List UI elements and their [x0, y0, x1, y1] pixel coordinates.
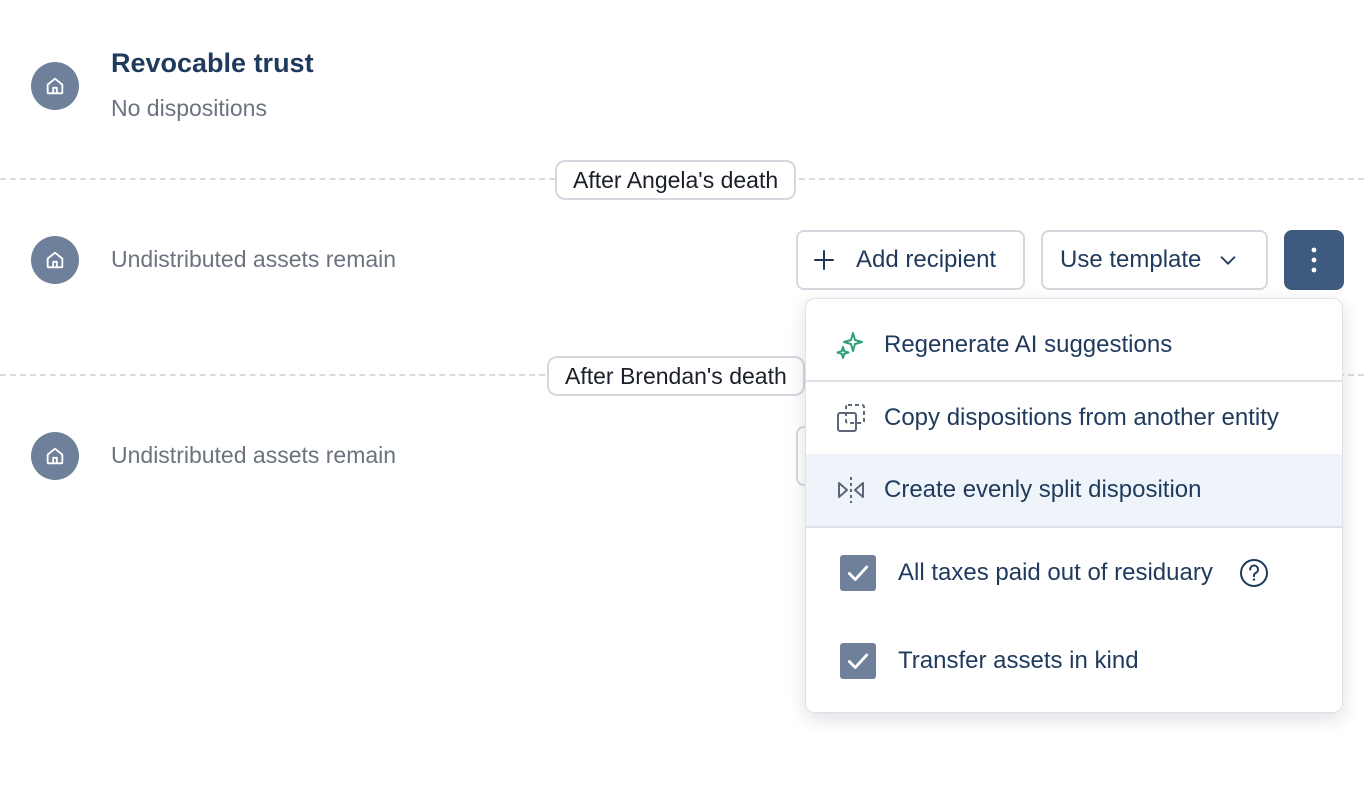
kebab-menu-icon	[1311, 247, 1317, 273]
checkbox-label: All taxes paid out of residuary	[898, 559, 1213, 586]
menu-separator	[806, 380, 1342, 382]
menu-item-copy-dispositions[interactable]: Copy dispositions from another entity	[806, 383, 1342, 453]
sparkle-icon	[834, 328, 868, 362]
add-recipient-label: Add recipient	[856, 246, 997, 273]
plus-icon	[812, 248, 836, 272]
menu-item-label: Regenerate AI suggestions	[884, 331, 1173, 358]
undistributed-assets-text: Undistributed assets remain	[111, 246, 397, 272]
checkbox-label: Transfer assets in kind	[898, 647, 1139, 674]
house-avatar	[31, 432, 79, 480]
add-recipient-button[interactable]: Add recipient	[796, 230, 1025, 290]
menu-item-label: Create evenly split disposition	[884, 476, 1202, 503]
entity-title: Revocable trust	[111, 48, 314, 78]
menu-item-evenly-split[interactable]: Create evenly split disposition	[806, 454, 1342, 526]
taxes-residuary-option[interactable]: All taxes paid out of residuary	[806, 539, 1342, 607]
death-event-label: After Brendan's death	[547, 356, 805, 396]
entity-subtitle: No dispositions	[111, 95, 267, 121]
transfer-in-kind-option[interactable]: Transfer assets in kind	[806, 627, 1342, 695]
house-icon	[46, 251, 64, 269]
checkmark-icon	[847, 565, 869, 581]
split-icon	[834, 473, 868, 507]
house-avatar	[31, 236, 79, 284]
house-icon	[46, 447, 64, 465]
chevron-down-icon	[1217, 249, 1239, 271]
menu-item-label: Copy dispositions from another entity	[884, 404, 1279, 431]
checkmark-icon	[847, 653, 869, 669]
death-event-label: After Angela's death	[555, 160, 797, 200]
more-options-menu: Regenerate AI suggestions Copy dispositi…	[805, 298, 1343, 713]
transfer-in-kind-checkbox[interactable]	[840, 643, 876, 679]
use-template-dropdown[interactable]: Use template	[1041, 230, 1268, 290]
menu-separator	[806, 526, 1342, 528]
help-icon[interactable]	[1239, 558, 1269, 588]
menu-item-regenerate-ai[interactable]: Regenerate AI suggestions	[806, 311, 1342, 379]
house-icon	[46, 77, 64, 95]
dispositions-page: Revocable trust No dispositions After An…	[0, 0, 1364, 802]
house-avatar	[31, 62, 79, 110]
more-options-button[interactable]	[1284, 230, 1344, 290]
taxes-residuary-checkbox[interactable]	[840, 555, 876, 591]
use-template-label: Use template	[1060, 246, 1202, 273]
undistributed-assets-text: Undistributed assets remain	[111, 442, 397, 468]
copy-icon	[834, 401, 868, 435]
